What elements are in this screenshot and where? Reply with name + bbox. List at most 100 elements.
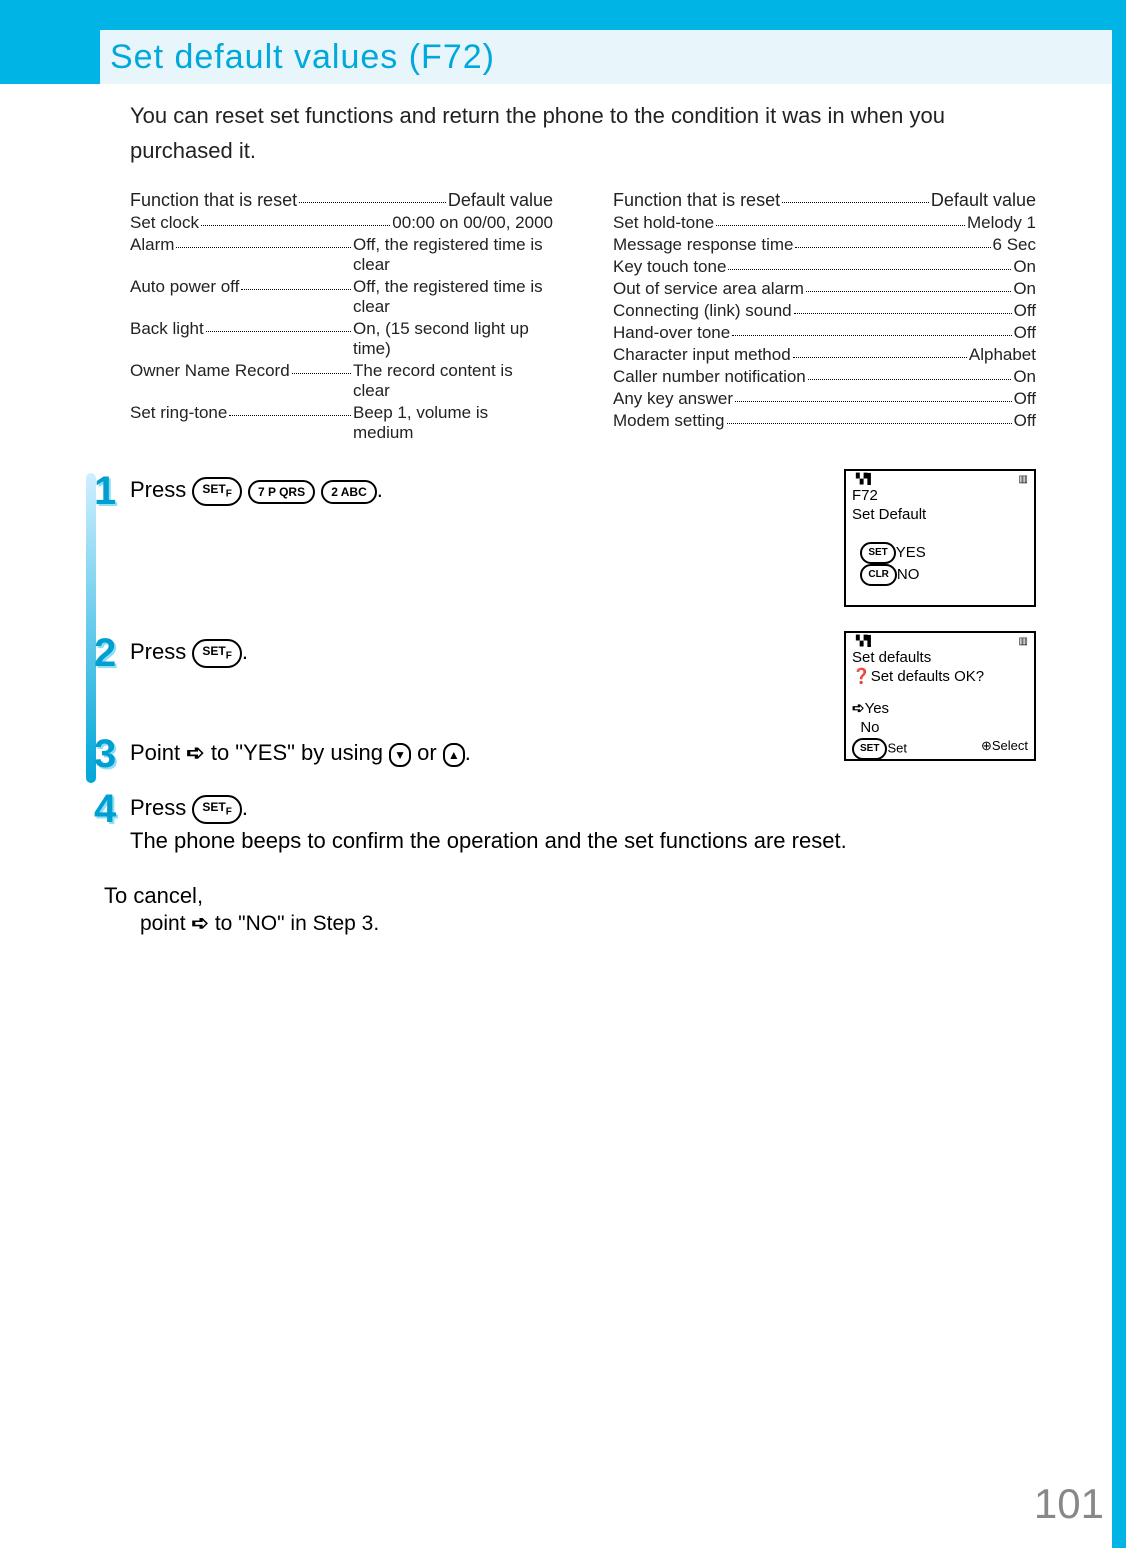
- row-dots: [176, 235, 351, 248]
- row-function: Connecting (link) sound: [613, 301, 792, 321]
- table-row: Set clock 00:00 on 00/00, 2000: [130, 213, 553, 233]
- row-value: The record content is clear: [353, 361, 553, 401]
- row-value: Alphabet: [969, 345, 1036, 365]
- row-function: Caller number notification: [613, 367, 806, 387]
- cancel-block: To cancel, point ➪ to "NO" in Step 3.: [104, 883, 1036, 936]
- row-value: On: [1013, 257, 1036, 277]
- down-button: ▼: [389, 743, 411, 767]
- table-row: Owner Name Record The record content is c…: [130, 361, 553, 401]
- table-row: Set ring-toneBeep 1, volume is medium: [130, 403, 553, 443]
- row-value: 6 Sec: [993, 235, 1036, 255]
- row-dots: [229, 403, 351, 416]
- up-button: ▲: [443, 743, 465, 767]
- row-value: 00:00 on 00/00, 2000: [392, 213, 553, 233]
- table-row: Hand-over tone Off: [613, 323, 1036, 343]
- table-row: Key touch tone On: [613, 257, 1036, 277]
- row-function: Back light: [130, 319, 204, 339]
- pointer-icon: ➪: [186, 740, 204, 765]
- row-function: Auto power off: [130, 277, 239, 297]
- row-value: Melody 1: [967, 213, 1036, 233]
- set-f-button: SETF: [192, 639, 241, 668]
- set-f-button: SETF: [192, 477, 241, 506]
- table-row: Back light On, (15 second light up time): [130, 319, 553, 359]
- step-number-2: 2: [94, 631, 116, 676]
- table-row: Out of service area alarm On: [613, 279, 1036, 299]
- row-function: Message response time: [613, 235, 793, 255]
- row-dots: [732, 323, 1011, 336]
- screen-f72: ▝▞▌▥ F72 Set Default SETYES CLRNO: [844, 469, 1036, 607]
- screen-no-line: No: [852, 719, 1028, 738]
- row-value: Off, the registered time is clear: [353, 277, 553, 317]
- row-dots: [716, 213, 965, 226]
- key-7-button: 7 P QRS: [248, 480, 315, 504]
- row-function: Modem setting: [613, 411, 725, 431]
- row-dots: [793, 345, 967, 358]
- col-header-default: Default value: [931, 190, 1036, 211]
- set-icon: SET: [860, 542, 895, 564]
- step-number-4: 4: [94, 787, 116, 832]
- row-function: Key touch tone: [613, 257, 726, 277]
- col-header-default: Default value: [448, 190, 553, 211]
- defaults-col-right: Function that is reset Default value Set…: [613, 190, 1036, 445]
- set-f-button: SETF: [192, 795, 241, 824]
- row-value: On: [1013, 367, 1036, 387]
- row-dots: [292, 361, 351, 374]
- screen-line: Set Default: [852, 506, 1028, 525]
- row-function: Set hold-tone: [613, 213, 714, 233]
- row-dots: [794, 301, 1012, 314]
- row-function: Out of service area alarm: [613, 279, 804, 299]
- defaults-table: Function that is reset Default value Set…: [130, 190, 1036, 445]
- table-row: Caller number notification On: [613, 367, 1036, 387]
- cancel-body: point ➪ to "NO" in Step 3.: [140, 911, 1036, 936]
- row-value: Off: [1014, 323, 1036, 343]
- col-header-function: Function that is reset: [613, 190, 780, 211]
- step-4-result: The phone beeps to confirm the operation…: [130, 824, 1036, 857]
- table-row: Message response time 6 Sec: [613, 235, 1036, 255]
- steps: 1 Press SETF 7 P QRS 2 ABC. ▝▞▌▥ F72 Set…: [130, 473, 1036, 857]
- table-row: Set hold-tone Melody 1: [613, 213, 1036, 233]
- row-dots: [201, 213, 390, 226]
- table-row: Modem settingOff: [613, 411, 1036, 431]
- screen-line: ❓Set defaults OK?: [852, 668, 1028, 687]
- row-dots: [808, 367, 1012, 380]
- defaults-col-left: Function that is reset Default value Set…: [130, 190, 553, 445]
- row-value: Off: [1014, 389, 1036, 409]
- battery-icon: ▥: [1019, 636, 1028, 649]
- screen-line: Set defaults: [852, 649, 1028, 668]
- page-title: Set default values (F72): [110, 38, 495, 77]
- pointer-icon: ➪: [191, 912, 209, 935]
- row-dots: [727, 411, 1012, 424]
- table-row: Character input method Alphabet: [613, 345, 1036, 365]
- header-dots: [299, 190, 446, 203]
- screen-yes-line: SETYES: [852, 542, 1028, 564]
- pointer-icon: ➪: [852, 700, 865, 717]
- row-function: Set clock: [130, 213, 199, 233]
- row-function: Owner Name Record: [130, 361, 290, 381]
- step-number-3: 3: [94, 732, 116, 777]
- row-dots: [241, 277, 351, 290]
- step-4-text: Press SETF. The phone beeps to confirm t…: [130, 791, 1036, 857]
- signal-icon: ▝▞▌: [852, 474, 874, 487]
- row-dots: [206, 319, 351, 332]
- row-value: Off, the registered time is clear: [353, 235, 553, 275]
- row-value: On: [1013, 279, 1036, 299]
- header-dots: [782, 190, 929, 203]
- top-band: [0, 0, 1126, 30]
- screen-no-line: CLRNO: [852, 564, 1028, 586]
- cancel-title: To cancel,: [104, 883, 1036, 909]
- row-function: Hand-over tone: [613, 323, 730, 343]
- key-2-button: 2 ABC: [321, 480, 377, 504]
- table-row: Connecting (link) sound Off: [613, 301, 1036, 321]
- table-row: Any key answerOff: [613, 389, 1036, 409]
- screen-line: F72: [852, 487, 1028, 506]
- row-value: Beep 1, volume is medium: [353, 403, 553, 443]
- row-dots: [728, 257, 1011, 270]
- row-value: On, (15 second light up time): [353, 319, 553, 359]
- row-function: Character input method: [613, 345, 791, 365]
- screen-yes-line: ➪Yes: [852, 700, 1028, 719]
- row-value: Off: [1014, 301, 1036, 321]
- col-header-function: Function that is reset: [130, 190, 297, 211]
- table-row: Auto power off Off, the registered time i…: [130, 277, 553, 317]
- step-3-text: Point ➪ to "YES" by using ▼ or ▲.: [130, 736, 1036, 769]
- step-number-1: 1: [94, 469, 116, 514]
